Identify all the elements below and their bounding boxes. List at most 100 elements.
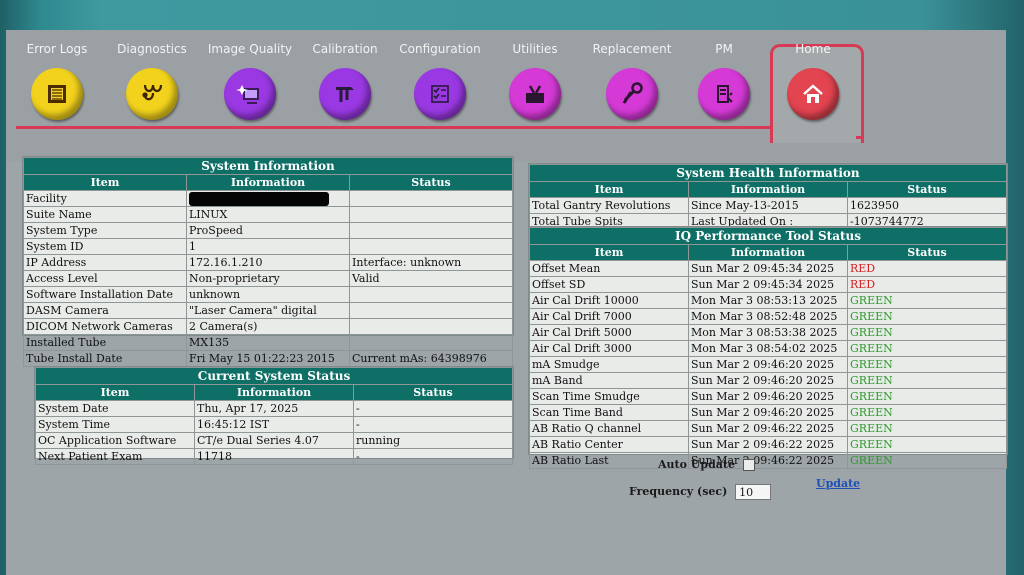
- table-row: System Time 16:45:12 IST -: [35, 416, 513, 433]
- row-item: System Type: [23, 222, 187, 239]
- row-information: Since May-13-2015: [688, 197, 848, 214]
- toolbar-label-replacement: Replacement: [592, 42, 672, 56]
- row-status: [349, 334, 513, 351]
- redaction-bar: [189, 192, 329, 206]
- toolbar-label-configuration: Configuration: [399, 42, 481, 56]
- row-information: Sun Mar 2 09:45:34 2025: [688, 276, 848, 293]
- log-sheet-icon[interactable]: [31, 68, 83, 120]
- toolbar-image-quality[interactable]: Image Quality: [205, 42, 295, 120]
- row-item: Air Cal Drift 3000: [529, 340, 689, 357]
- table-row: AB Ratio Center Sun Mar 2 09:46:22 2025 GR…: [529, 436, 1007, 453]
- frequency-control: Frequency (sec) 10: [629, 484, 772, 500]
- table-row: Air Cal Drift 10000 Mon Mar 3 08:53:13 20…: [529, 292, 1007, 309]
- column-header-status: Status: [353, 384, 513, 401]
- row-information: 11718: [194, 448, 354, 465]
- row-status: GREEN: [847, 356, 1007, 373]
- row-information: Sun Mar 2 09:46:20 2025: [688, 372, 848, 389]
- row-item: mA Smudge: [529, 356, 689, 373]
- row-item: Scan Time Smudge: [529, 388, 689, 405]
- table-row: AB Ratio Last Sun Mar 2 09:46:22 2025 GREE…: [529, 452, 1007, 469]
- toolbar-utilities[interactable]: Utilities: [490, 42, 580, 120]
- row-status: RED: [847, 260, 1007, 277]
- row-item: Facility: [23, 190, 187, 207]
- table-row: Offset Mean Sun Mar 2 09:45:34 2025 RED: [529, 260, 1007, 277]
- table-row: Scan Time Smudge Sun Mar 2 09:46:20 2025 G…: [529, 388, 1007, 405]
- row-information: Sun Mar 2 09:46:20 2025: [688, 356, 848, 373]
- auto-update-label: Auto Update: [658, 458, 735, 471]
- table-row: OC Application Software CT/e Dual Series …: [35, 432, 513, 449]
- row-status: GREEN: [847, 436, 1007, 453]
- column-header-information: Information: [186, 174, 350, 191]
- row-information: 172.16.1.210: [186, 254, 350, 271]
- row-information: Fri May 15 01:22:23 2015: [186, 350, 350, 367]
- table-row: IP Address 172.16.1.210 Interface: unknown: [23, 254, 513, 271]
- toolbar-label-home: Home: [795, 42, 831, 56]
- row-item: Air Cal Drift 10000: [529, 292, 689, 309]
- caliper-icon[interactable]: [319, 68, 371, 120]
- current-system-status-panel: Current System Status Item Information Sta…: [34, 366, 514, 465]
- auto-update-checkbox[interactable]: [742, 459, 755, 471]
- toolbar-label-calibration: Calibration: [312, 42, 378, 56]
- row-status: 1623950: [847, 197, 1007, 214]
- row-status: [349, 318, 513, 335]
- toolbar-calibration[interactable]: Calibration: [300, 42, 390, 120]
- row-status: GREEN: [847, 340, 1007, 357]
- row-status: Interface: unknown: [349, 254, 513, 271]
- update-link[interactable]: Update: [816, 477, 860, 490]
- row-status: GREEN: [847, 292, 1007, 309]
- row-status: [349, 238, 513, 255]
- column-header-item: Item: [23, 174, 187, 191]
- row-information: Sun Mar 2 09:46:20 2025: [688, 404, 848, 421]
- toolbar-error-logs[interactable]: Error Logs: [12, 42, 102, 120]
- toolbar-diagnostics[interactable]: Diagnostics: [107, 42, 197, 120]
- toolbar-pm[interactable]: PM: [679, 42, 769, 120]
- row-item: Offset SD: [529, 276, 689, 293]
- row-status: GREEN: [847, 324, 1007, 341]
- row-item: Next Patient Exam: [35, 448, 195, 465]
- frequency-label: Frequency (sec): [629, 485, 728, 498]
- row-status: GREEN: [847, 404, 1007, 421]
- row-item: Installed Tube: [23, 334, 187, 351]
- column-header-item: Item: [35, 384, 195, 401]
- row-information: "Laser Camera" digital: [186, 302, 350, 319]
- table-row: Air Cal Drift 7000 Mon Mar 3 08:52:48 202…: [529, 308, 1007, 325]
- row-item: System Date: [35, 400, 195, 417]
- checklist-icon[interactable]: [414, 68, 466, 120]
- frequency-select[interactable]: 10: [735, 484, 772, 500]
- system-information-title: System Information: [23, 157, 513, 175]
- home-icon[interactable]: [787, 68, 839, 120]
- toolbar-replacement[interactable]: Replacement: [587, 42, 677, 120]
- stethoscope-icon[interactable]: [126, 68, 178, 120]
- application-window: Error Logs Diagnostics Image Quality Cal…: [6, 30, 1008, 575]
- current-system-status-title: Current System Status: [35, 367, 513, 385]
- toolbox-icon[interactable]: [509, 68, 561, 120]
- auto-update-control: Auto Update: [658, 458, 755, 471]
- row-item: System Time: [35, 416, 195, 433]
- row-item: System ID: [23, 238, 187, 255]
- table-row: Software Installation Date unknown: [23, 286, 513, 303]
- row-item: OC Application Software: [35, 432, 195, 449]
- row-information: CT/e Dual Series 4.07: [194, 432, 354, 449]
- row-information: Mon Mar 3 08:54:02 2025: [688, 340, 848, 357]
- row-information: 2 Camera(s): [186, 318, 350, 335]
- system-health-panel: System Health Information Item Informatio…: [528, 163, 1008, 230]
- row-status: [349, 286, 513, 303]
- row-information: ProSpeed: [186, 222, 350, 239]
- row-item: AB Ratio Q channel: [529, 420, 689, 437]
- column-header-information: Information: [194, 384, 354, 401]
- row-information: unknown: [186, 286, 350, 303]
- row-information: Sun Mar 2 09:46:20 2025: [688, 388, 848, 405]
- maintenance-icon[interactable]: [698, 68, 750, 120]
- row-status: GREEN: [847, 308, 1007, 325]
- table-row: Access Level Non-proprietary Valid: [23, 270, 513, 287]
- iq-performance-panel: IQ Performance Tool Status Item Informati…: [528, 226, 1008, 469]
- toolbar-configuration[interactable]: Configuration: [395, 42, 485, 120]
- table-row: Tube Install Date Fri May 15 01:22:23 201…: [23, 350, 513, 367]
- wrench-icon[interactable]: [606, 68, 658, 120]
- image-quality-icon[interactable]: [224, 68, 276, 120]
- column-header-information: Information: [688, 181, 848, 198]
- row-item: Scan Time Band: [529, 404, 689, 421]
- toolbar-home[interactable]: Home: [768, 42, 858, 120]
- home-tab-frame-tail: [856, 136, 862, 139]
- row-information: Sun Mar 2 09:45:34 2025: [688, 260, 848, 277]
